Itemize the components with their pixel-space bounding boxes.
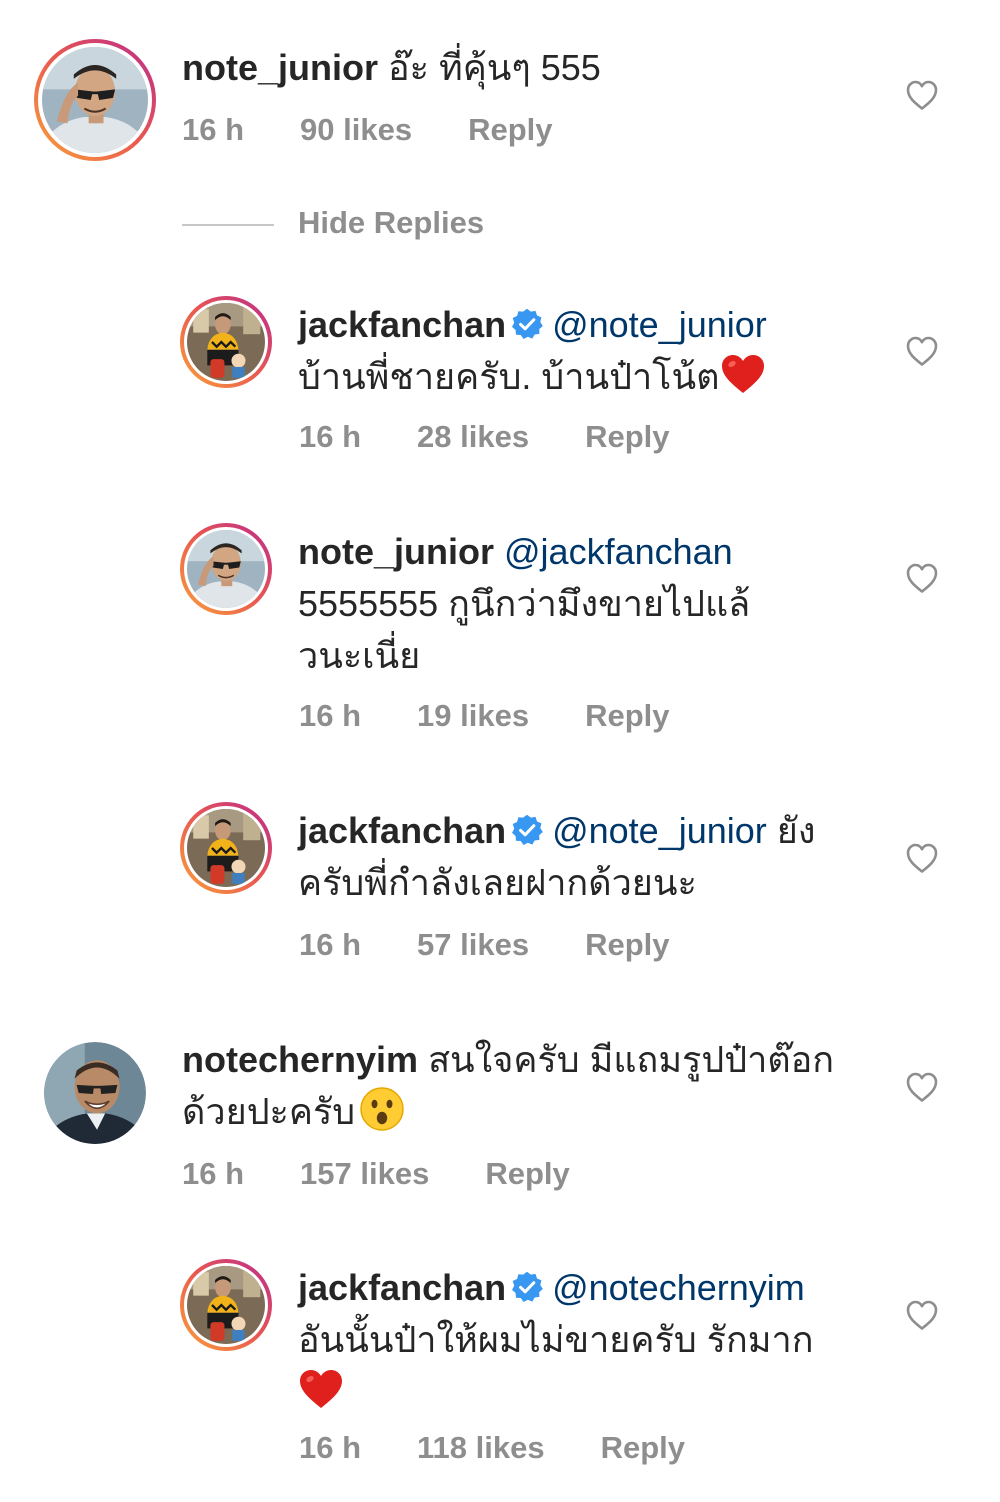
comment-body: 5555555 กูนึกว่ามึงขายไปแล้ — [298, 583, 751, 624]
avatar[interactable] — [34, 39, 156, 161]
verified-badge-icon — [510, 1270, 544, 1304]
red-heart-emoji — [298, 1368, 344, 1410]
avatar[interactable] — [180, 1259, 272, 1351]
comment-meta: 16 h 19 likes Reply — [299, 698, 670, 734]
avatar-image — [187, 1266, 265, 1344]
timestamp: 16 h — [299, 698, 362, 733]
mention-link[interactable]: @notechernyim — [552, 1267, 805, 1308]
mention-link[interactable]: @note_junior — [552, 810, 767, 851]
heart-outline-icon[interactable] — [905, 1299, 939, 1331]
verified-badge-icon — [510, 307, 544, 341]
username-link[interactable]: jackfanchan — [298, 304, 506, 345]
timestamp: 16 h — [299, 419, 362, 454]
comment-body: บ้านพี่ชายครับ. บ้านป๋าโน้ต — [298, 356, 720, 397]
reply-button[interactable]: Reply — [468, 112, 552, 148]
username-link[interactable]: note_junior — [298, 531, 494, 572]
timestamp: 16 h — [182, 112, 245, 147]
likes-count[interactable]: 57 likes — [417, 927, 529, 963]
likes-count[interactable]: 90 likes — [300, 112, 412, 148]
heart-outline-icon[interactable] — [905, 335, 939, 367]
reply-button[interactable]: Reply — [585, 698, 669, 734]
comment-text: jackfanchan @note_junior ยัง ครับพี่กำลัง… — [298, 805, 878, 909]
avatar-image — [187, 530, 265, 608]
avatar[interactable] — [180, 296, 272, 388]
reply-button[interactable]: Reply — [485, 1156, 569, 1192]
red-heart-emoji — [720, 353, 766, 395]
heart-outline-icon[interactable] — [905, 79, 939, 111]
comment-body: สนใจครับ มีแถมรูปป๋าต๊อก — [418, 1039, 835, 1080]
timestamp: 16 h — [299, 927, 362, 962]
mention-link[interactable]: @note_junior — [552, 304, 767, 345]
comment-body-cont: วนะเนี่ย — [298, 635, 421, 676]
reply-button[interactable]: Reply — [585, 419, 669, 455]
username-link[interactable]: jackfanchan — [298, 810, 506, 851]
heart-outline-icon[interactable] — [905, 842, 939, 874]
comment-text: jackfanchan @notechernyim อันนั้นป๋าให้ผม… — [298, 1262, 878, 1418]
comment-body: อันนั้นป๋าให้ผมไม่ขายครับ รักมาก — [298, 1319, 814, 1360]
avatar[interactable] — [180, 802, 272, 894]
mention-link[interactable]: @jackfanchan — [504, 531, 733, 572]
avatar-image — [42, 47, 148, 153]
likes-count[interactable]: 28 likes — [417, 419, 529, 455]
timestamp: 16 h — [182, 1156, 245, 1191]
comment-text: notechernyim สนใจครับ มีแถมรูปป๋าต๊อก ด้… — [182, 1034, 882, 1138]
avatar-image — [44, 1042, 146, 1144]
reply-button[interactable]: Reply — [585, 927, 669, 963]
username-link[interactable]: note_junior — [182, 47, 378, 88]
comment-meta: 16 h 90 likes Reply — [182, 112, 553, 148]
comment-body-cont: ครับพี่กำลังเลยฝากด้วยนะ — [298, 862, 697, 903]
divider — [182, 224, 274, 226]
comment-text: note_junior @jackfanchan 5555555 กูนึกว่… — [298, 526, 878, 682]
timestamp: 16 h — [299, 1430, 362, 1465]
surprised-face-emoji — [359, 1086, 405, 1132]
heart-outline-icon[interactable] — [905, 1071, 939, 1103]
hide-replies-label: Hide Replies — [298, 205, 485, 240]
username-link[interactable]: jackfanchan — [298, 1267, 506, 1308]
verified-badge-icon — [510, 813, 544, 847]
avatar[interactable] — [44, 1042, 146, 1144]
comment-meta: 16 h 157 likes Reply — [182, 1156, 570, 1192]
comment-body: ยัง — [766, 810, 816, 851]
comment-body: อ๊ะ ที่คุ้นๆ 555 — [378, 47, 601, 88]
comment-meta: 16 h 118 likes Reply — [299, 1430, 685, 1466]
avatar-image — [187, 303, 265, 381]
username-link[interactable]: notechernyim — [182, 1039, 418, 1080]
heart-outline-icon[interactable] — [905, 562, 939, 594]
comment-meta: 16 h 28 likes Reply — [299, 419, 670, 455]
avatar-image — [187, 809, 265, 887]
comment-text: jackfanchan @note_junior บ้านพี่ชายครับ. … — [298, 299, 878, 403]
avatar[interactable] — [180, 523, 272, 615]
likes-count[interactable]: 118 likes — [417, 1430, 545, 1466]
likes-count[interactable]: 19 likes — [417, 698, 529, 734]
reply-button[interactable]: Reply — [601, 1430, 685, 1466]
comment-text: note_junior อ๊ะ ที่คุ้นๆ 555 — [182, 42, 882, 94]
comment-meta: 16 h 57 likes Reply — [299, 927, 670, 963]
likes-count[interactable]: 157 likes — [300, 1156, 429, 1192]
comment-body-cont: ด้วยปะครับ — [182, 1091, 356, 1132]
